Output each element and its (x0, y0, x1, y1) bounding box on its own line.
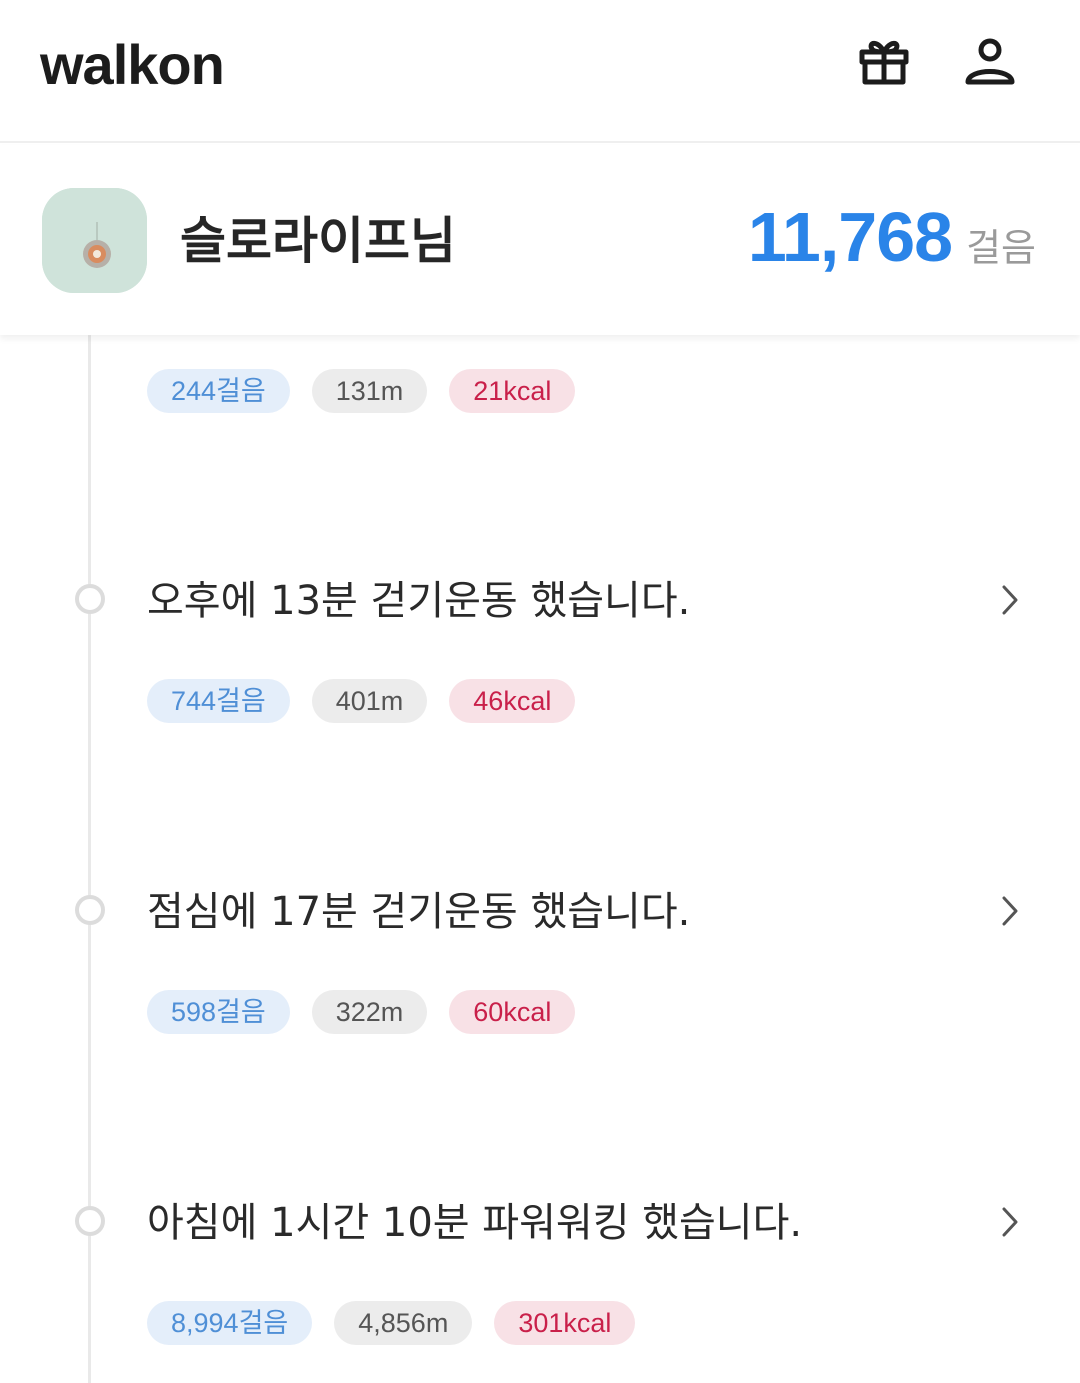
chevron-right-icon[interactable] (996, 583, 1024, 617)
user-icon[interactable] (960, 32, 1020, 92)
chevron-right-icon[interactable] (996, 1205, 1024, 1239)
distance-chip: 322m (311, 990, 428, 1034)
profile-summary: 슬로라이프님 11,768 걸음 (0, 145, 1080, 335)
activity-stats: 8,994걸음 4,856m 301kcal (147, 1301, 636, 1345)
distance-chip: 4,856m (334, 1301, 473, 1345)
steps-chip: 8,994걸음 (147, 1301, 313, 1345)
gift-icon[interactable] (854, 32, 914, 92)
kcal-chip: 46kcal (449, 679, 576, 723)
distance-chip: 401m (311, 679, 428, 723)
distance-chip: 131m (311, 369, 428, 413)
timeline-dot (75, 1206, 105, 1236)
total-steps-value: 11,768 (747, 198, 953, 276)
steps-chip: 744걸음 (147, 679, 290, 723)
steps-chip: 598걸음 (147, 990, 290, 1034)
kcal-chip: 21kcal (449, 369, 576, 413)
activity-stats: 244걸음 131m 21kcal (147, 369, 576, 413)
activity-stats: 598걸음 322m 60kcal (147, 990, 576, 1034)
timeline-dot (75, 895, 105, 925)
activity-title: 점심에 17분 걷기운동 했습니다. (147, 889, 691, 935)
kcal-chip: 60kcal (449, 990, 576, 1034)
total-steps: 11,768 걸음 (748, 197, 1036, 277)
chevron-right-icon[interactable] (996, 894, 1024, 928)
avatar[interactable] (42, 188, 147, 293)
activity-timeline[interactable]: 244걸음 131m 21kcal 오후에 13분 걷기운동 했습니다. 744… (0, 335, 1080, 1383)
app-header: walkon (0, 0, 1080, 143)
kcal-chip: 301kcal (494, 1301, 636, 1345)
activity-title: 아침에 1시간 10분 파워워킹 했습니다. (147, 1200, 803, 1246)
activity-title: 오후에 13분 걷기운동 했습니다. (147, 578, 691, 624)
activity-stats: 744걸음 401m 46kcal (147, 679, 576, 723)
timeline-dot (75, 584, 105, 614)
user-name: 슬로라이프님 (180, 212, 456, 270)
walkon-logo[interactable]: walkon (40, 30, 225, 100)
total-steps-unit: 걸음 (966, 226, 1036, 270)
steps-chip: 244걸음 (147, 369, 290, 413)
